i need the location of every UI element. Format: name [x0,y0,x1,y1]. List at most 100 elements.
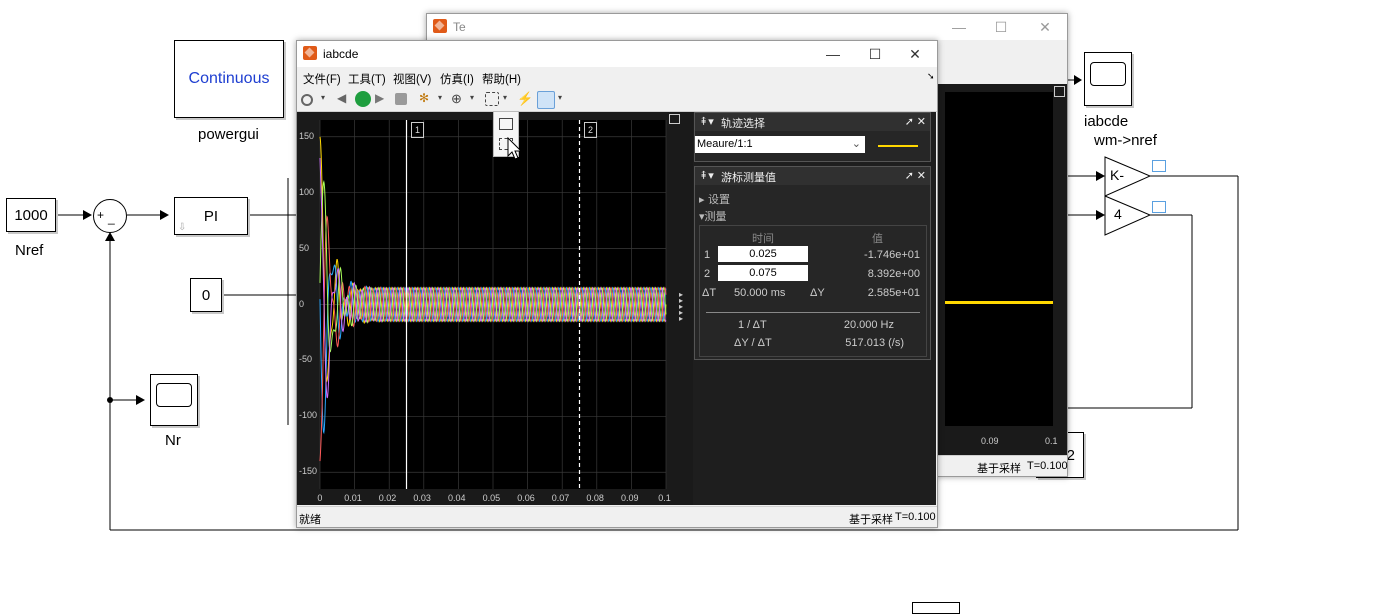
toolbar: ▾ ◀︎ ▶︎ ✻ ▾ ⊕ ▾ ▾ ⚡ ▾ [297,87,937,112]
te-trace [945,301,1053,304]
maximize-button[interactable]: ☐ [981,16,1021,38]
te-titlebar[interactable]: Te — ☐ ✕ [427,14,1067,40]
y-tick-label: -100 [299,410,318,421]
maximize-button[interactable]: ☐ [855,43,895,65]
settings-section-toggle[interactable]: ▸ 设置 [699,191,730,207]
trace-color-swatch [878,145,918,147]
zero-constant-block[interactable]: 0 [190,278,222,312]
highlight-icon[interactable]: ✻ [419,91,435,107]
measurements-section-toggle[interactable]: ▾测量 [699,208,727,224]
row2-time-field[interactable]: 0.075 [718,265,808,281]
plot-panel[interactable]: ▸ ▸ ▸ ▸ ▸ 150 100 50 0 -50 -100 -150 0 0.01 0.02 0.03… [297,112,693,505]
powergui-block-text: Continuous [188,70,270,87]
te-x-tick: 0.09 [981,436,999,446]
menu-file[interactable]: 文件(F) [303,71,341,87]
pi-controller-block[interactable]: PI ⇩ [174,197,248,235]
menu-help[interactable]: 帮助(H) [482,71,521,87]
powergui-label: powergui [198,126,259,143]
undock-icon[interactable]: ➘ [927,71,935,82]
inv-delta-t-label: 1 / ΔT [738,319,767,331]
cursor-2-label[interactable]: 2 [584,122,597,138]
cursor-1-label[interactable]: 1 [411,122,424,138]
panel-menu-icon[interactable]: ⇞▾ [699,169,714,182]
cursor-measurements-header: ⇞▾ 游标测量值 ➚ ✕ [695,167,930,185]
status-time: T=0.100 [895,511,936,523]
triggers-icon[interactable]: ⚡ [517,91,533,107]
row2-time-value: 0.075 [749,267,777,279]
undock-icon[interactable]: ➚ [905,115,914,128]
step-forward-icon[interactable]: ▶︎ [375,91,391,107]
settings-section-label: 设置 [708,193,731,206]
close-icon[interactable]: ✕ [917,115,926,128]
trace-select[interactable]: Meaure/1:1 ⌄ [695,136,865,153]
minimize-button[interactable]: — [939,16,979,38]
minimize-button[interactable]: — [813,43,853,65]
x-tick-label: 0.03 [413,493,431,503]
status-mode: 基于采样 [849,514,893,526]
sum-block[interactable]: + _ [93,199,127,233]
te-plot-area[interactable]: 0.09 0.1 [937,84,1067,460]
chevron-down-icon[interactable]: ▾ [558,93,562,102]
te-x-tick: 0.1 [1045,436,1058,446]
panel-menu-icon[interactable]: ⇞▾ [699,115,714,128]
menu-view[interactable]: 视图(V) [393,71,431,87]
panel-collapse-icon[interactable]: ▸ ▸ ▸ ▸ ▸ [679,291,683,323]
menu-simulation[interactable]: 仿真(I) [440,71,474,87]
trace-selection-header: ⇞▾ 轨迹选择 ➚ ✕ [695,113,930,131]
expand-icon[interactable] [669,114,680,124]
iabcde-chart[interactable] [297,112,693,505]
iabcde-scope-window[interactable]: iabcde — ☐ ✕ 文件(F) 工具(T) 视图(V) 仿真(I) 帮助(… [296,40,938,528]
cursor-measurements-icon[interactable] [537,91,555,109]
close-button[interactable]: ✕ [895,43,935,65]
close-icon[interactable]: ✕ [917,169,926,182]
iabcde-scope-label: iabcde [1084,113,1129,130]
chevron-down-icon[interactable]: ▾ [470,93,474,102]
row1-time-field[interactable]: 0.025 [718,246,808,262]
chevron-down-icon[interactable]: ⌄ [852,137,861,150]
sum-plus-sign: + [97,208,105,222]
port-indicator-icon [1152,201,1166,213]
settings-icon[interactable] [301,94,313,106]
stop-icon[interactable] [395,93,407,105]
iabcde-titlebar[interactable]: iabcde — ☐ ✕ [297,41,937,67]
powergui-block[interactable]: Continuous [174,40,284,118]
iabcde-scope-block[interactable] [1084,52,1132,106]
y-tick-label: 100 [299,186,315,197]
chevron-down-icon[interactable]: ▾ [503,93,507,102]
nr-scope-block[interactable] [150,374,198,426]
undock-icon[interactable]: ➚ [905,169,914,182]
zoom-in-icon[interactable]: ⊕ [451,91,467,107]
delta-t-value: 50.000 ms [734,287,786,299]
menu-tools[interactable]: 工具(T) [348,71,386,87]
x-tick-label: 0.06 [517,493,535,503]
trace-select-value: Meaure/1:1 [697,138,753,150]
run-icon[interactable] [355,91,371,107]
close-button[interactable]: ✕ [1025,16,1065,38]
te-status-mode: 基于采样 [977,463,1021,475]
nref-constant-block[interactable]: 1000 [6,198,56,232]
cursor-1-label-text: 1 [414,125,420,135]
iabcde-statusbar: 就绪 基于采样 T=0.100 [297,506,937,527]
gain-4-block[interactable] [1104,195,1152,237]
te-title: Te [453,20,466,34]
y-tick-label: -150 [299,466,318,477]
te-statusbar: 基于采样 T=0.100 [937,455,1068,476]
chevron-down-icon[interactable]: ▾ [438,93,442,102]
fit-to-view-icon[interactable] [485,92,499,106]
row1-time-value: 0.025 [749,248,777,260]
fit-xy-icon[interactable] [499,118,513,130]
step-back-icon[interactable]: ◀︎ [337,91,353,107]
trace-selection-title: 轨迹选择 [721,117,765,130]
scope-screen-icon [1090,62,1126,86]
delta-y-value: 2.585e+01 [867,287,920,299]
y-tick-label: -50 [299,354,313,365]
status-ready: 就绪 [299,514,321,526]
cursor-2-label-text: 2 [587,125,593,135]
x-tick-label: 0.01 [344,493,362,503]
chevron-down-icon[interactable]: ▾ [321,93,325,102]
matlab-logo-icon [433,19,447,33]
expand-icon[interactable] [1054,86,1065,97]
delta-t-label: ΔT [702,287,717,299]
zero-constant-value: 0 [201,286,211,304]
x-tick-label: 0.09 [621,493,639,503]
